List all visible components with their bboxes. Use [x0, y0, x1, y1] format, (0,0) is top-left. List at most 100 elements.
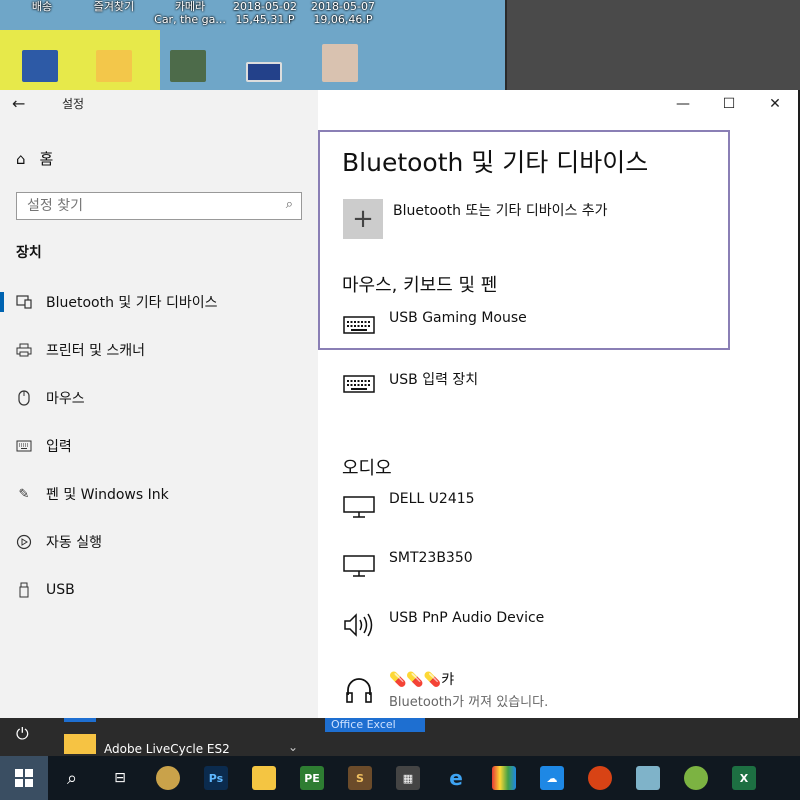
device-name: 💊💊💊캬 [389, 672, 455, 688]
pen-icon: ✎ [18, 486, 30, 502]
cloud-app-icon: ☁ [540, 766, 564, 790]
desktop-label[interactable]: 배송 [22, 0, 62, 13]
usb-icon [16, 582, 32, 598]
nav-home[interactable]: ⌂ 홈 [16, 148, 53, 169]
device-item[interactable]: DELL U2415 [342, 491, 782, 531]
search-input[interactable] [17, 193, 257, 219]
taskbar-app[interactable] [672, 756, 720, 800]
taskbar-app[interactable]: S [336, 756, 384, 800]
task-view-button[interactable]: ⊟ [96, 756, 144, 800]
sidebar-item-label: 펜 및 Windows Ink [46, 487, 169, 503]
device-name: SMT23B350 [389, 550, 473, 566]
headphones-icon [342, 675, 376, 705]
sidebar-item-label: USB [46, 582, 75, 598]
taskbar-app[interactable]: ▦ [384, 756, 432, 800]
file-explorer-icon [252, 766, 276, 790]
taskbar-app[interactable] [624, 756, 672, 800]
desktop-label[interactable]: 2018-05-02 15,45,31.P [228, 0, 302, 26]
gallery-app-icon [492, 766, 516, 790]
title-bar: ← 설정 [0, 90, 318, 118]
internet-explorer-icon: e [449, 766, 463, 790]
back-arrow-icon[interactable]: ← [12, 94, 34, 114]
printer-icon [16, 342, 32, 358]
game-app-icon [156, 766, 180, 790]
taskbar-app[interactable]: X [720, 756, 768, 800]
desktop-label-line2: 19,06,46.P [313, 13, 373, 26]
sidebar-item-typing[interactable]: 입력 [0, 422, 318, 470]
home-icon: ⌂ [16, 149, 26, 168]
settings-sidebar: ← 설정 ⌂ 홈 ⌕ 장치 Bluetooth 및 기타 디바이스 프린 [0, 90, 318, 718]
desktop-divider [505, 0, 507, 90]
search-box: ⌕ [16, 192, 302, 220]
sidebar-item-pen[interactable]: ✎ 펜 및 Windows Ink [0, 470, 318, 518]
bluetooth-devices-icon [16, 294, 32, 310]
sidebar-item-usb[interactable]: USB [0, 566, 318, 614]
taskbar-app[interactable] [240, 756, 288, 800]
search-icon[interactable]: ⌕ [286, 197, 293, 212]
add-device-button[interactable]: + [343, 199, 383, 239]
section-heading: 마우스, 키보드 및 펜 [342, 275, 498, 296]
photoshop-file-icon[interactable] [22, 50, 58, 82]
desktop-background: 배송 즐겨찾기 카메라 Car, the ga... 2018-05-02 15… [0, 0, 800, 90]
device-item[interactable]: SMT23B350 [342, 550, 782, 590]
desktop-label[interactable]: 즐겨찾기 [86, 0, 142, 13]
taskbar-app[interactable]: e [432, 756, 480, 800]
taskbar-app[interactable] [480, 756, 528, 800]
folder-shortcut-icon[interactable] [96, 50, 132, 82]
power-icon[interactable]: ⏻ [16, 724, 29, 744]
portrait-thumbnail-icon[interactable] [322, 44, 358, 82]
windows-start-button[interactable] [0, 756, 48, 800]
section-title: 장치 [16, 245, 42, 261]
taskbar-app[interactable]: PE [288, 756, 336, 800]
start-menu-item[interactable]: Adobe LiveCycle ES2 [104, 742, 230, 756]
sidebar-item-bluetooth[interactable]: Bluetooth 및 기타 디바이스 [0, 278, 318, 326]
image-thumbnail-icon[interactable] [246, 62, 282, 82]
desktop-label[interactable]: 카메라 Car, the ga... [152, 0, 228, 26]
sidebar-item-label: Bluetooth 및 기타 디바이스 [46, 295, 218, 311]
sidebar-item-label: 마우스 [46, 391, 85, 407]
section-heading: 오디오 [342, 458, 392, 479]
device-item[interactable]: 💊💊💊캬 Bluetooth가 꺼져 있습니다. [342, 669, 782, 710]
keyboard-icon [342, 310, 376, 340]
taskbar-app[interactable]: ☁ [528, 756, 576, 800]
desktop-label-line1: 즐겨찾기 [93, 0, 135, 13]
sidebar-item-printers[interactable]: 프린터 및 스캐너 [0, 326, 318, 374]
folder-app-icon [636, 766, 660, 790]
desktop-label-line2: Car, the ga... [154, 13, 226, 26]
search-button[interactable]: ⌕ [48, 756, 96, 800]
start-menu-strip: ⏻ Office Excel Adobe LiveCycle ES2 ⌄ [0, 718, 800, 756]
task-view-icon: ⊟ [114, 770, 126, 786]
taskbar-app[interactable] [144, 756, 192, 800]
desktop-label-line1: 2018-05-02 [233, 0, 297, 13]
desktop-label-line1: 2018-05-07 [311, 0, 375, 13]
photo-thumbnail-icon[interactable] [170, 50, 206, 82]
photoshop-icon: Ps [204, 766, 228, 790]
add-device-label[interactable]: Bluetooth 또는 기타 디바이스 추가 [393, 200, 608, 220]
sidebar-item-autoplay[interactable]: 자동 실행 [0, 518, 318, 566]
start-tile-excel[interactable]: Office Excel [325, 718, 425, 732]
chevron-down-icon[interactable]: ⌄ [288, 740, 298, 754]
maximize-icon[interactable]: ☐ [706, 90, 752, 118]
desktop-label[interactable]: 2018-05-07 19,06,46.P [306, 0, 380, 26]
calculator-icon: ▦ [396, 766, 420, 790]
sidebar-nav: Bluetooth 및 기타 디바이스 프린터 및 스캐너 마우스 입력 ✎ 펜… [0, 278, 318, 614]
sidebar-item-label: 프린터 및 스캐너 [46, 343, 146, 359]
start-tile[interactable] [64, 718, 96, 722]
search-icon: ⌕ [66, 767, 78, 789]
taskbar-app[interactable] [576, 756, 624, 800]
close-icon[interactable]: ✕ [752, 90, 798, 118]
excel-icon: X [732, 766, 756, 790]
mario-app-icon [588, 766, 612, 790]
taskbar-app[interactable]: Ps [192, 756, 240, 800]
device-item[interactable]: USB 입력 장치 [342, 369, 782, 409]
desktop-label-line2: 15,45,31.P [235, 13, 295, 26]
keyboard-icon [16, 438, 32, 454]
minimize-icon[interactable]: — [660, 90, 706, 118]
monitor-icon [342, 491, 376, 521]
sidebar-item-mouse[interactable]: 마우스 [0, 374, 318, 422]
page-title: Bluetooth 및 기타 디바이스 [342, 148, 649, 177]
sidebar-item-label: 입력 [46, 439, 72, 455]
device-item[interactable]: USB PnP Audio Device [342, 610, 782, 650]
device-item[interactable]: USB Gaming Mouse [342, 310, 782, 350]
s-app-icon: S [348, 766, 372, 790]
